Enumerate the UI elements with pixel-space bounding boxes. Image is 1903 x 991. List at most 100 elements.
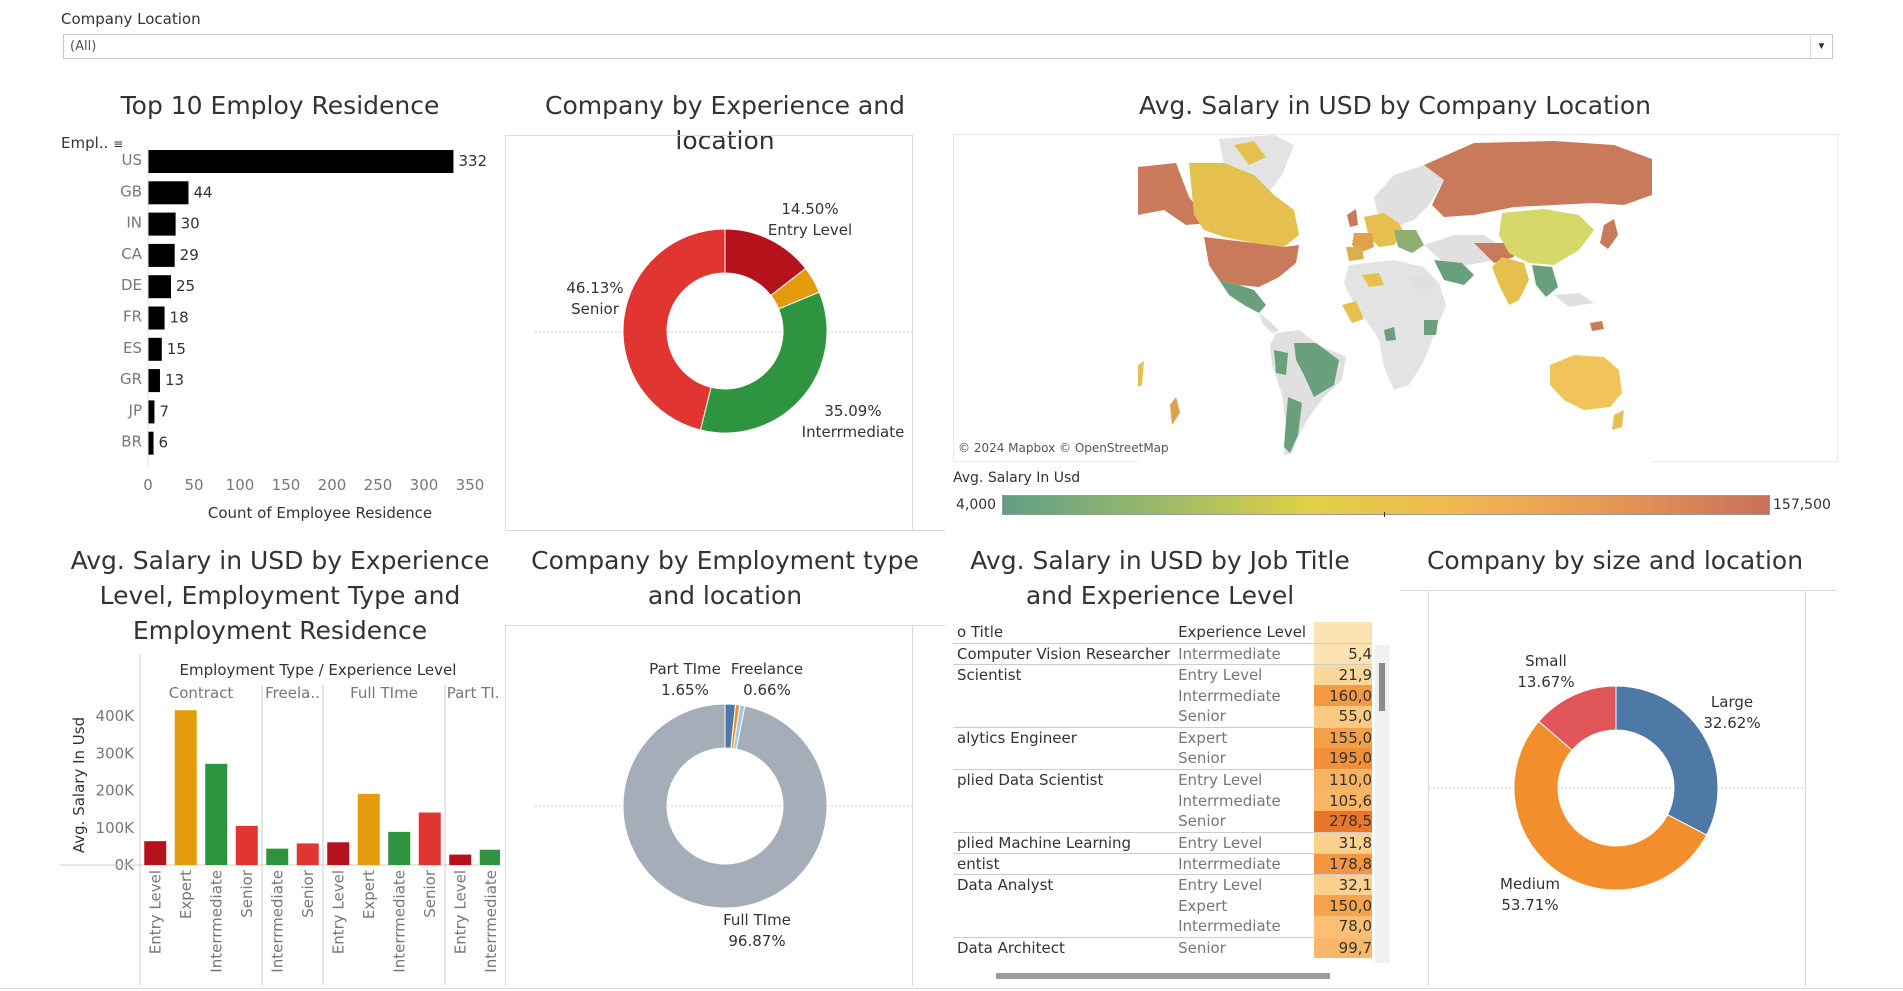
top10-category-label: ES	[123, 339, 142, 357]
job-table: o Title Experience Level Computer Vision…	[953, 622, 1373, 958]
table-row[interactable]: Senior 278,5	[953, 811, 1373, 832]
top10-value-label: 6	[159, 434, 169, 452]
salary-cell: 78,0	[1314, 916, 1373, 937]
experience-level-cell: Interrmediate	[1178, 644, 1281, 663]
job-title-cell	[953, 748, 1174, 769]
salary-bar[interactable]	[174, 710, 197, 865]
salary-bar[interactable]	[479, 849, 500, 865]
top10-category-label: GR	[120, 370, 142, 388]
table-row[interactable]: entist Interrmediate 178,8	[953, 852, 1373, 874]
salary-bar-label: Expert	[177, 870, 195, 919]
map-attribution[interactable]: © 2024 Mapbox © OpenStreetMap	[958, 441, 1169, 455]
table-row[interactable]: Interrmediate 105,6	[953, 790, 1373, 811]
experience-level-cell: Senior	[1178, 707, 1226, 726]
vertical-scroll-thumb[interactable]	[1379, 663, 1385, 711]
salary-bar[interactable]	[266, 848, 289, 865]
table-row[interactable]: Scientist Entry Level 21,9	[953, 663, 1373, 685]
experience-level-cell: Interrmediate	[1178, 686, 1281, 705]
map-legend-title: Avg. Salary In Usd	[953, 470, 1081, 486]
table-row[interactable]: plied Machine Learning Entry Level 31,8	[953, 831, 1373, 853]
salary-map[interactable]: © 2024 Mapbox © OpenStreetMap	[953, 134, 1839, 463]
salary-bar[interactable]	[388, 831, 411, 865]
world-map[interactable]	[954, 135, 1839, 463]
top10-bar[interactable]	[148, 150, 454, 173]
experience-level-header[interactable]: Experience Level	[1174, 622, 1315, 644]
salary-cell: 21,9	[1314, 663, 1373, 685]
vertical-scrollbar[interactable]	[1375, 645, 1389, 963]
top10-value-label: 25	[176, 277, 195, 295]
top10-tick-label: 300	[410, 476, 439, 494]
table-row[interactable]: Expert 150,0	[953, 895, 1373, 916]
top10-bar[interactable]	[148, 431, 154, 455]
salary-cell: 5,4	[1314, 643, 1373, 664]
table-row[interactable]: alytics Engineer Expert 155,0	[953, 726, 1373, 748]
top10-bar[interactable]	[148, 400, 155, 424]
experience-level-cell: Senior	[1174, 936, 1315, 958]
top10-bar[interactable]	[148, 181, 189, 205]
divider	[505, 530, 945, 531]
map-title: Avg. Salary in USD by Company Location	[1139, 91, 1651, 120]
donut-name-label: Full TIme	[723, 911, 791, 929]
top10-tick-label: 50	[184, 476, 203, 494]
horizontal-scroll-thumb[interactable]	[996, 973, 1330, 979]
top10-bar[interactable]	[148, 243, 175, 267]
table-row[interactable]: Interrmediate 78,0	[953, 916, 1373, 937]
salary-bar-label: Expert	[360, 870, 378, 919]
experience-level-cell: Entry Level	[1174, 873, 1315, 895]
donut-slice[interactable]	[1615, 685, 1719, 836]
top10-tick-label: 0	[143, 476, 153, 494]
job-title-cell: Data Architect	[953, 936, 1175, 958]
salary-bar[interactable]	[357, 793, 380, 865]
salary-bar[interactable]	[205, 763, 228, 865]
company-location-dropdown[interactable]: (All) ▼	[63, 34, 1833, 59]
salary-bar-label: Interrmediate	[482, 870, 500, 973]
salary-ytick-label: 100K	[96, 819, 136, 837]
job-title-header[interactable]: o Title	[953, 622, 1175, 644]
top10-bar[interactable]	[148, 212, 176, 236]
salary-bar-label: Senior	[299, 869, 317, 918]
salary-bar[interactable]	[144, 841, 167, 865]
salary-group-label: Contract	[169, 684, 234, 702]
salary-ytick-label: 300K	[96, 744, 136, 762]
region-kenya[interactable]	[1424, 320, 1438, 335]
job-title-cell: Data Analyst	[953, 873, 1175, 895]
table-row[interactable]: Computer Vision Researcher Interrmediate 5…	[953, 643, 1373, 664]
salary-bars-title: Avg. Salary in USD by Experience Level, …	[70, 546, 490, 645]
region-spain[interactable]	[1346, 247, 1364, 261]
table-row[interactable]: plied Data Scientist Entry Level 110,0	[953, 768, 1373, 790]
table-row[interactable]: Interrmediate 160,0	[953, 685, 1373, 706]
salary-cell: 99,7	[1314, 936, 1373, 958]
top10-tick-label: 150	[272, 476, 301, 494]
table-row[interactable]: Data Architect Senior 99,7	[953, 936, 1373, 958]
salary-bar-label: Entry Level	[329, 870, 347, 954]
salary-bar[interactable]	[327, 842, 350, 865]
table-row[interactable]: Data Analyst Entry Level 32,1	[953, 873, 1373, 895]
job-salary-table[interactable]: o Title Experience Level Computer Vision…	[953, 622, 1389, 986]
table-row[interactable]: Senior 55,0	[953, 706, 1373, 727]
table-row[interactable]: Senior 195,0	[953, 748, 1373, 769]
top10-bar[interactable]	[148, 306, 165, 330]
donut-name-label: Interrmediate	[802, 423, 905, 441]
salary-bar[interactable]	[449, 854, 472, 865]
chevron-down-icon[interactable]: ▼	[1810, 35, 1832, 58]
top10-value-label: 15	[167, 340, 186, 358]
region-colombia[interactable]	[1274, 350, 1288, 375]
salary-bar[interactable]	[235, 825, 258, 865]
job-title-cell	[953, 790, 1174, 811]
donut-slice[interactable]	[699, 291, 828, 434]
top10-bar[interactable]	[148, 369, 160, 393]
job-title-cell	[953, 811, 1174, 832]
employment-donut-chart: Part TIme 1.65% Freelance 0.66% Full TIme 96.…	[535, 660, 912, 950]
divider	[912, 135, 913, 530]
donut-pct-label: 14.50%	[781, 200, 838, 218]
top10-bar[interactable]	[148, 337, 162, 361]
top10-bar[interactable]	[148, 275, 171, 299]
salary-bar[interactable]	[296, 843, 319, 865]
donut-pct-label: 46.13%	[566, 279, 623, 297]
salary-bar[interactable]	[418, 812, 441, 865]
top10-tick-label: 350	[456, 476, 485, 494]
job-title-cell	[953, 706, 1174, 727]
experience-level-cell: Expert	[1174, 726, 1315, 748]
map-legend-min: 4,000	[956, 497, 997, 513]
salary-bar-label: Interrmediate	[268, 870, 286, 973]
